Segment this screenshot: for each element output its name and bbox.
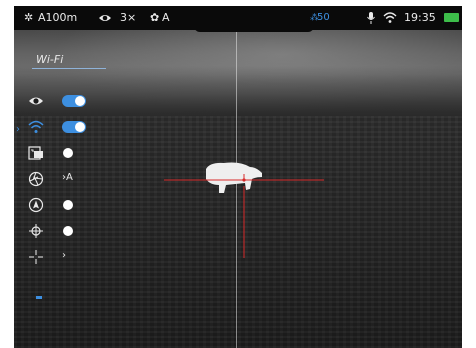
eye-icon[interactable] bbox=[98, 11, 112, 29]
eye-icon bbox=[29, 97, 43, 105]
thermal-viewfinder: ✲ A100m 3× ✿ A ⁂ 50 19:35 Wi-Fi › ›A › bbox=[14, 6, 462, 348]
calibration-gear-icon[interactable]: ✿ bbox=[150, 11, 159, 25]
signal-label: 50 bbox=[317, 12, 330, 23]
battery-icon bbox=[444, 13, 459, 22]
eye-toggle-switch[interactable] bbox=[62, 95, 86, 107]
selection-indicator: › bbox=[16, 124, 20, 135]
menu-item-picture-in-picture[interactable] bbox=[28, 145, 108, 161]
range-label[interactable]: A100m bbox=[38, 11, 77, 25]
menu-title-underline bbox=[32, 68, 106, 69]
clock-time: 19:35 bbox=[404, 11, 436, 24]
pip-toggle-switch[interactable] bbox=[62, 147, 86, 159]
menu-item-wifi-toggle[interactable] bbox=[28, 119, 108, 135]
menu-item-eye-toggle[interactable] bbox=[28, 93, 108, 109]
calibration-label[interactable]: A bbox=[162, 11, 170, 25]
aperture-icon bbox=[28, 171, 44, 187]
page-indicator bbox=[36, 296, 42, 299]
menu-item-aperture-mode[interactable]: ›A bbox=[28, 171, 108, 187]
menu-item-reticle-toggle[interactable] bbox=[28, 223, 108, 239]
wifi-icon bbox=[28, 120, 44, 133]
sun-icon[interactable]: ✲ bbox=[24, 11, 33, 25]
reticle-settings-value: › bbox=[62, 250, 66, 261]
autopilot-toggle-switch[interactable] bbox=[62, 199, 86, 211]
pip-icon bbox=[28, 146, 43, 160]
aperture-mode-value: ›A bbox=[62, 172, 73, 183]
reticle-toggle-switch[interactable] bbox=[62, 225, 86, 237]
zoom-label[interactable]: 3× bbox=[120, 11, 136, 25]
reticle-icon bbox=[29, 224, 43, 238]
microphone-icon bbox=[366, 11, 376, 29]
menu-title: Wi-Fi bbox=[36, 53, 64, 66]
compass-icon bbox=[28, 197, 44, 213]
menu-item-autopilot[interactable] bbox=[28, 197, 108, 213]
crosshair-icon bbox=[29, 250, 43, 264]
status-notch bbox=[194, 26, 314, 32]
menu-item-reticle-settings[interactable]: › bbox=[28, 249, 108, 265]
wifi-icon bbox=[383, 11, 397, 29]
wifi-toggle-switch[interactable] bbox=[62, 121, 86, 133]
reticle-center-dot bbox=[242, 178, 246, 182]
